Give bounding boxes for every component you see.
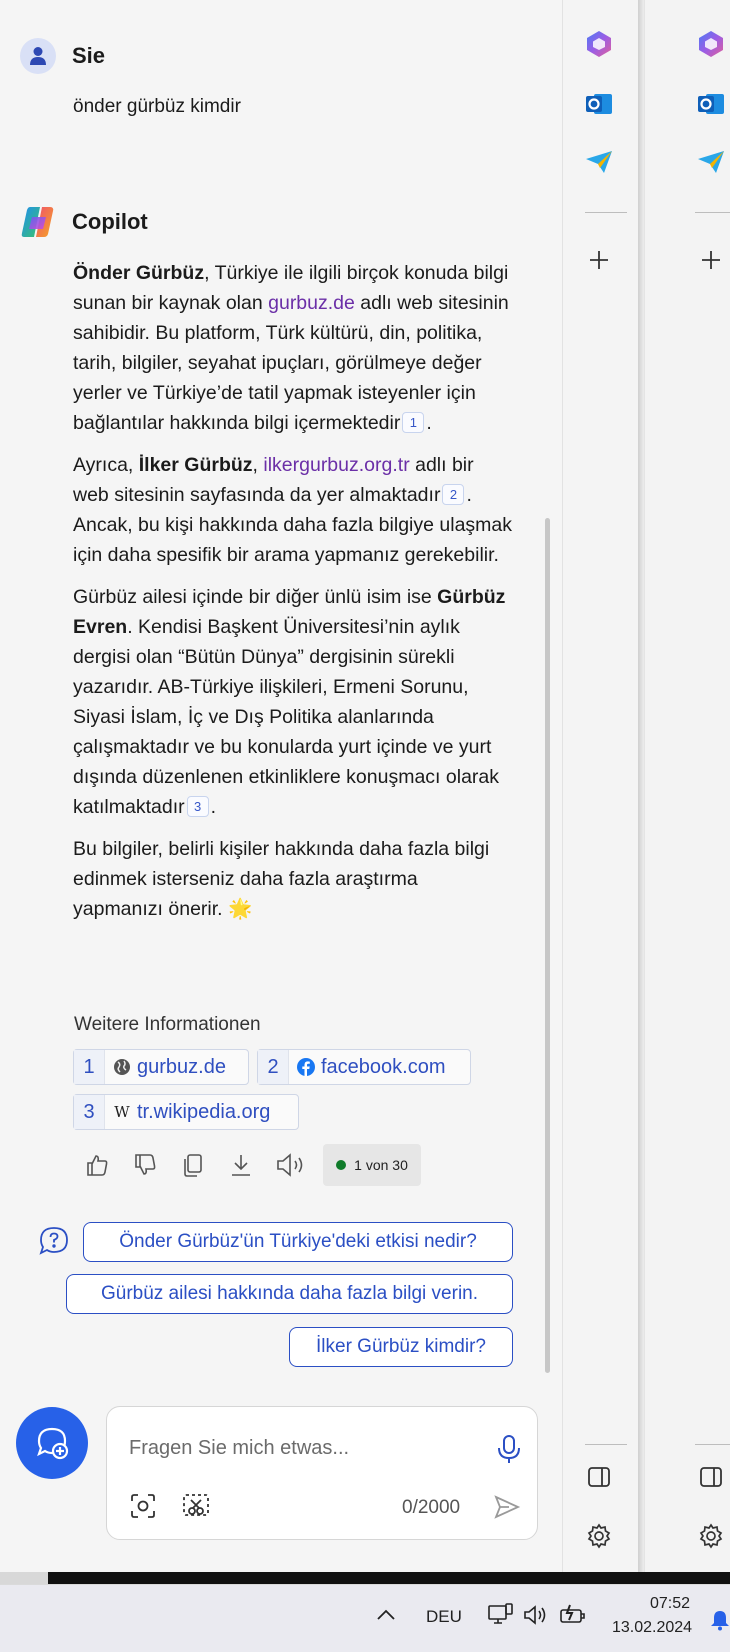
edge-sidebar <box>562 0 639 1572</box>
chat-input[interactable]: Fragen Sie mich etwas... <box>129 1437 349 1460</box>
answer-paragraph: Gürbüz ailesi içinde bir diğer ünlü isim… <box>73 582 513 822</box>
background-sidebar <box>644 0 730 1572</box>
sidebar-divider <box>585 212 627 213</box>
thumbs-up-icon[interactable] <box>82 1150 112 1180</box>
language-indicator[interactable]: DEU <box>426 1607 462 1627</box>
screenshot-icon[interactable] <box>181 1492 211 1520</box>
sidebar-divider <box>695 212 730 213</box>
answer-paragraph: Önder Gürbüz, Türkiye ile ilgili birçok … <box>73 258 513 438</box>
source-link[interactable]: gurbuz.de <box>268 292 355 314</box>
source-link[interactable]: ilkergurbuz.org.tr <box>263 454 409 476</box>
source-number: 1 <box>74 1050 105 1084</box>
copy-icon[interactable] <box>178 1150 208 1180</box>
chat-panel: Sie önder gürbüz kimdir Copilot Önder Gü… <box>0 0 562 1572</box>
bold-name: İlker Gürbüz <box>138 454 253 476</box>
answer-paragraph: Ayrıca, İlker Gürbüz, ilkergurbuz.org.tr… <box>73 450 513 570</box>
response-counter-badge: 1 von 30 <box>323 1144 421 1186</box>
chat-input-box[interactable]: Fragen Sie mich etwas... 0/2000 <box>106 1406 538 1540</box>
send-icon[interactable] <box>493 1493 521 1521</box>
send-feedback-icon[interactable] <box>695 146 727 178</box>
answer-text: . Kendisi Başkent Üniversitesi’nin aylık… <box>73 616 500 818</box>
sidebar-divider <box>585 1444 627 1445</box>
send-feedback-icon[interactable] <box>583 146 615 178</box>
battery-charging-icon[interactable] <box>558 1601 588 1629</box>
suggestion-chip[interactable]: İlker Gürbüz kimdir? <box>289 1327 513 1367</box>
network-icon[interactable] <box>486 1601 514 1629</box>
globe-icon <box>113 1058 131 1076</box>
copilot-header: Copilot <box>20 204 148 240</box>
suggestion-chip[interactable]: Önder Gürbüz'ün Türkiye'deki etkisi nedi… <box>83 1222 513 1262</box>
horizontal-scrollbar[interactable] <box>0 1572 730 1584</box>
volume-icon[interactable] <box>522 1601 548 1629</box>
add-icon[interactable] <box>583 244 615 276</box>
split-panel-icon[interactable] <box>583 1461 615 1493</box>
source-domain: gurbuz.de <box>137 1055 226 1078</box>
thumbs-down-icon[interactable] <box>130 1150 160 1180</box>
citation-badge[interactable]: 3 <box>186 796 209 817</box>
user-header: Sie <box>20 38 105 74</box>
answer-text: Gürbüz ailesi içinde bir diğer ünlü isim… <box>73 586 438 608</box>
outlook-icon[interactable] <box>583 88 615 120</box>
copilot-sidebar-icon[interactable] <box>583 28 615 60</box>
character-count: 0/2000 <box>402 1497 461 1518</box>
answer-paragraph: Bu bilgiler, belirli kişiler hakkında da… <box>73 838 490 920</box>
settings-gear-icon[interactable] <box>583 1520 615 1552</box>
windows-taskbar: DEU 07:52 13.02.2024 <box>0 1584 730 1652</box>
citation-badge[interactable]: 2 <box>442 484 465 505</box>
suggestion-chip[interactable]: Gürbüz ailesi hakkında daha fazla bilgi … <box>66 1274 513 1314</box>
sidebar-divider <box>695 1444 730 1445</box>
copilot-sidebar-icon[interactable] <box>695 28 727 60</box>
answer-text: , <box>252 454 264 476</box>
settings-gear-icon[interactable] <box>695 1520 727 1552</box>
new-topic-button[interactable] <box>16 1407 88 1479</box>
answer-text: . <box>426 412 432 434</box>
copilot-logo-icon <box>20 204 56 240</box>
wikipedia-icon: W <box>114 1103 130 1121</box>
clock-date[interactable]: 13.02.2024 <box>612 1619 692 1637</box>
response-counter-text: 1 von 30 <box>354 1157 408 1173</box>
source-chip-facebook[interactable]: 2 facebook.com <box>257 1049 471 1085</box>
copilot-name: Copilot <box>72 209 148 234</box>
answer-text: . <box>210 796 217 818</box>
notification-bell-icon[interactable] <box>710 1609 730 1631</box>
download-icon[interactable] <box>226 1150 256 1180</box>
facebook-icon <box>297 1058 315 1076</box>
bold-name: Önder Gürbüz <box>73 262 205 284</box>
source-chip-wikipedia[interactable]: 3 W tr.wikipedia.org <box>73 1094 299 1130</box>
source-number: 3 <box>74 1095 105 1129</box>
user-name: Sie <box>72 43 106 68</box>
clock-time[interactable]: 07:52 <box>650 1595 690 1613</box>
copilot-answer: Önder Gürbüz, Türkiye ile ilgili birçok … <box>73 258 513 936</box>
chat-scrollbar[interactable] <box>545 518 550 1373</box>
user-avatar-icon <box>20 38 56 74</box>
user-message: önder gürbüz kimdir <box>73 96 241 117</box>
speaker-icon[interactable] <box>274 1150 308 1180</box>
answer-text: Ayrıca, <box>73 454 139 476</box>
microphone-icon[interactable] <box>495 1433 523 1465</box>
add-icon[interactable] <box>695 244 727 276</box>
camera-icon[interactable] <box>129 1492 157 1520</box>
outlook-icon[interactable] <box>695 88 727 120</box>
help-question-icon <box>38 1225 70 1257</box>
source-domain: tr.wikipedia.org <box>137 1100 271 1123</box>
more-info-label: Weitere Informationen <box>74 1014 261 1035</box>
status-dot <box>336 1160 347 1170</box>
chevron-up-icon[interactable] <box>375 1607 397 1623</box>
split-panel-icon[interactable] <box>695 1461 727 1493</box>
scrollbar-thumb[interactable] <box>48 1572 730 1584</box>
source-chip-gurbuz[interactable]: 1 gurbuz.de <box>73 1049 249 1085</box>
source-number: 2 <box>258 1050 289 1084</box>
source-domain: facebook.com <box>321 1055 446 1078</box>
citation-badge[interactable]: 1 <box>402 412 425 433</box>
